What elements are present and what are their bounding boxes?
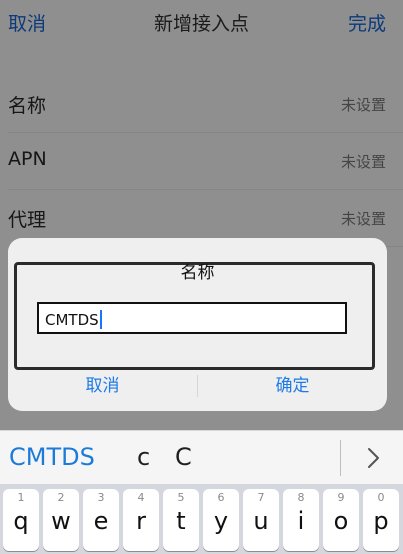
key-p[interactable]: 0 p — [363, 489, 399, 551]
row-label: 名称 — [8, 95, 47, 117]
page-title: 新增接入点 — [153, 13, 249, 35]
screen: 取消 新增接入点 完成 名称 未设置 APN 未设置 代理 未设置 名称 CMT… — [0, 0, 403, 554]
suggestion-second[interactable]: c — [137, 443, 150, 471]
key-letter: t — [176, 507, 186, 535]
key-number-hint: 7 — [257, 491, 265, 504]
dialog-title: 名称 — [180, 263, 215, 283]
suggestion-primary[interactable]: CMTDS — [9, 443, 95, 471]
key-i[interactable]: 8 i — [283, 489, 319, 551]
suggestion-bar: CMTDS c C — [0, 430, 403, 485]
text-caret — [99, 310, 102, 329]
row-value: 未设置 — [340, 153, 386, 171]
key-letter: q — [13, 507, 29, 535]
key-e[interactable]: 3 e — [83, 489, 119, 551]
suggestion-third[interactable]: C — [175, 443, 192, 471]
key-letter: p — [373, 507, 389, 535]
key-number-hint: 5 — [177, 491, 185, 504]
key-number-hint: 6 — [217, 491, 225, 504]
key-letter: e — [93, 507, 109, 535]
dialog-confirm-button[interactable]: 确定 — [198, 369, 387, 411]
key-r[interactable]: 4 r — [123, 489, 159, 551]
key-number-hint: 3 — [97, 491, 105, 504]
row-label: 代理 — [8, 209, 47, 231]
dialog-button-row: 取消 确定 — [8, 369, 387, 411]
key-letter: r — [136, 507, 146, 535]
input-text: CMTDS — [45, 311, 99, 329]
key-number-hint: 9 — [337, 491, 345, 504]
key-letter: y — [213, 507, 229, 535]
key-number-hint: 4 — [137, 491, 145, 504]
key-u[interactable]: 7 u — [243, 489, 279, 551]
key-w[interactable]: 2 w — [43, 489, 79, 551]
key-t[interactable]: 5 t — [163, 489, 199, 551]
settings-row-name[interactable]: 名称 未设置 — [8, 76, 403, 133]
row-label: APN — [8, 148, 47, 170]
settings-list: 名称 未设置 APN 未设置 代理 未设置 — [0, 76, 403, 247]
navigation-bar: 取消 新增接入点 完成 — [0, 0, 403, 44]
key-number-hint: 8 — [297, 491, 305, 504]
key-q[interactable]: 1 q — [3, 489, 39, 551]
keyboard: 1 q 2 w 3 e 4 r 5 t 6 y 7 u 8 i 9 o 0 p — [0, 484, 403, 554]
chevron-right-icon[interactable] — [360, 445, 386, 471]
settings-row-apn[interactable]: APN 未设置 — [8, 133, 403, 190]
key-letter: u — [253, 507, 269, 535]
suggestion-divider — [340, 440, 341, 476]
key-letter: w — [51, 507, 71, 535]
row-value: 未设置 — [340, 96, 386, 114]
key-number-hint: 2 — [57, 491, 65, 504]
key-o[interactable]: 9 o — [323, 489, 359, 551]
name-input[interactable]: CMTDS — [37, 302, 347, 334]
key-number-hint: 0 — [377, 491, 385, 504]
name-input-dialog: 名称 CMTDS 取消 确定 — [8, 238, 387, 411]
key-letter: o — [333, 507, 349, 535]
key-y[interactable]: 6 y — [203, 489, 239, 551]
nav-done-button[interactable]: 完成 — [348, 9, 386, 36]
row-value: 未设置 — [340, 210, 386, 228]
key-letter: i — [297, 507, 305, 535]
key-number-hint: 1 — [17, 491, 25, 504]
dialog-cancel-button[interactable]: 取消 — [8, 369, 197, 411]
